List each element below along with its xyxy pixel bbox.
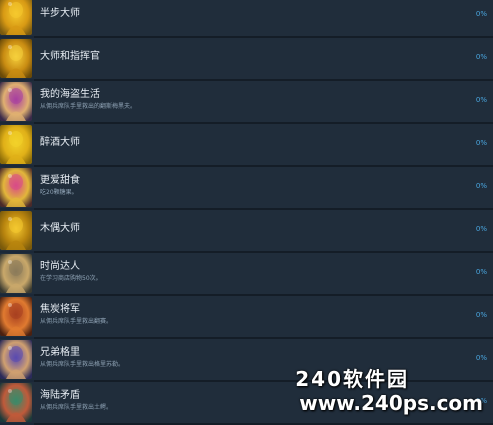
achievement-title: 半步大师 — [40, 8, 80, 19]
gold-bust-icon — [0, 39, 32, 78]
achievement-percent: 0% — [475, 268, 487, 276]
gold-puppet-icon — [0, 211, 32, 250]
achievement-percent: 0% — [475, 311, 487, 319]
achievement-percent: 0% — [475, 225, 487, 233]
fashion-shop-icon — [0, 254, 32, 293]
achievement-percent: 0% — [475, 354, 487, 362]
achievement-title: 时尚达人 — [40, 261, 80, 272]
gold-coins-icon — [0, 125, 32, 164]
achievement-title: 我的海盗生活 — [40, 89, 100, 100]
achievement-title: 兄弟格里 — [40, 347, 80, 358]
gold-figure-icon — [0, 0, 32, 35]
achievement-row[interactable]: 醉酒大师 0% — [0, 124, 493, 167]
armored-general-icon — [0, 297, 32, 336]
achievement-description: 吃20颗糖果。 — [40, 189, 78, 196]
achievement-percent: 0% — [475, 10, 487, 18]
achievement-row[interactable]: 时尚达人在学习商店购物50次。 0% — [0, 253, 493, 296]
sea-creature-icon — [0, 383, 32, 422]
achievement-list: 半步大师 0% 大师和指挥官 0% 我的海盗生活 从佣兵席队手里救出的翻斯梅黑夫。 0% 醉酒… — [0, 0, 493, 425]
watermark: 240软件园 www.240ps.com — [295, 367, 483, 415]
watermark-title: 240软件园 — [295, 367, 409, 391]
achievement-row[interactable]: 半步大师 0% — [0, 0, 493, 38]
achievement-percent: 0% — [475, 53, 487, 61]
achievement-description: 从佣兵席队手里救出格里苏勒。 — [40, 361, 125, 368]
achievement-title: 木偶大师 — [40, 223, 80, 234]
achievement-row[interactable]: 焦炭将军从佣兵席队手里救出翻赛。 0% — [0, 296, 493, 339]
achievement-title: 大师和指挥官 — [40, 51, 100, 62]
achievement-percent: 0% — [475, 182, 487, 190]
achievement-row[interactable]: 我的海盗生活从佣兵席队手里救出的翻斯梅黑夫。 0% — [0, 81, 493, 124]
achievement-description: 从佣兵席队手里救出的翻斯梅黑夫。 — [40, 103, 137, 110]
achievement-title: 更爱甜食 — [40, 175, 80, 186]
candy-pile-icon — [0, 168, 32, 207]
achievement-percent: 0% — [475, 96, 487, 104]
achievement-title: 醉酒大师 — [40, 137, 80, 148]
wizard-portrait-icon — [0, 340, 32, 379]
achievement-row[interactable]: 更爱甜食吃20颗糖果。 0% — [0, 167, 493, 210]
achievement-title: 海陆矛盾 — [40, 390, 80, 401]
achievement-description: 从佣兵席队手里救出土鳄。 — [40, 404, 113, 411]
achievement-percent: 0% — [475, 139, 487, 147]
pirate-portrait-icon — [0, 82, 32, 121]
achievement-row[interactable]: 木偶大师 0% — [0, 210, 493, 253]
watermark-url: www.240ps.com — [299, 391, 483, 415]
achievement-description: 从佣兵席队手里救出翻赛。 — [40, 318, 113, 325]
achievement-row[interactable]: 大师和指挥官 0% — [0, 38, 493, 81]
achievement-description: 在学习商店购物50次。 — [40, 275, 102, 282]
achievement-title: 焦炭将军 — [40, 304, 80, 315]
